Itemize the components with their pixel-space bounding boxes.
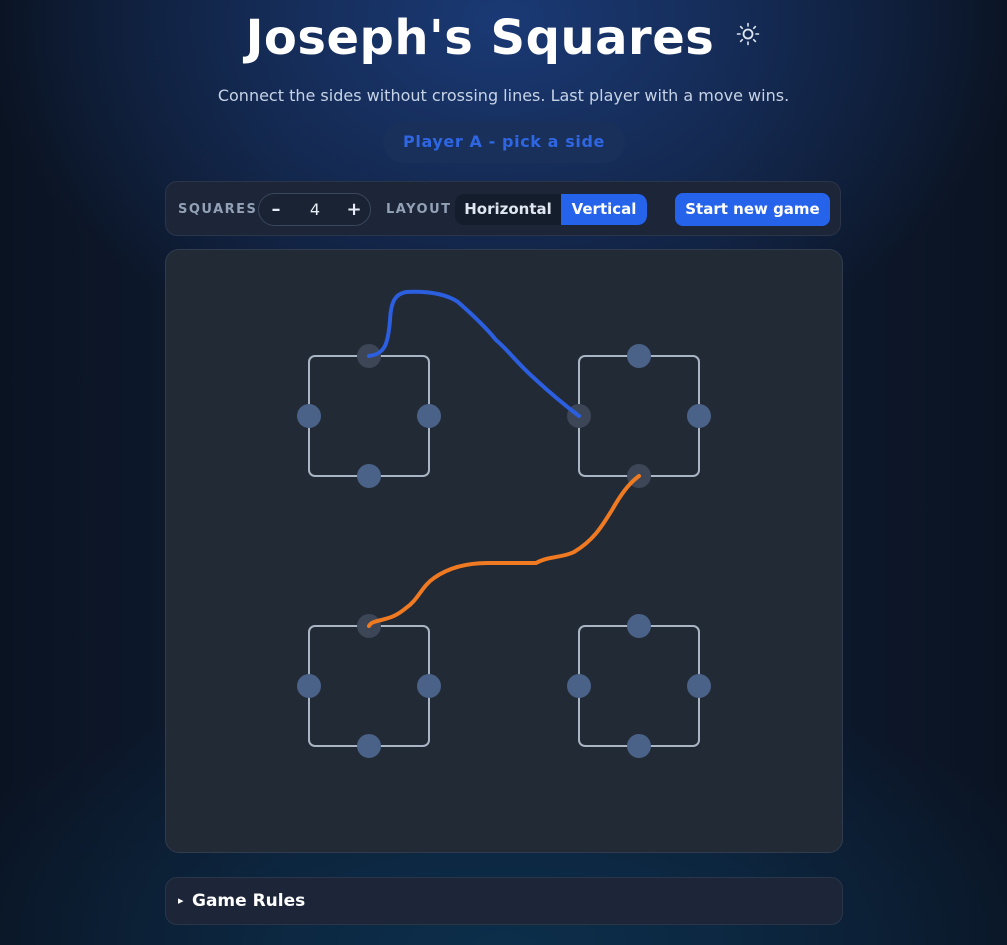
start-new-game-button[interactable]: Start new game <box>675 193 830 226</box>
layout-toggle: Horizontal Vertical <box>455 194 647 225</box>
game-rules-toggle[interactable]: ▸ Game Rules <box>165 877 843 925</box>
player-a-line <box>367 289 581 418</box>
settings-toolbar: SQUARES – 4 + LAYOUT Horizontal Vertical… <box>165 181 841 236</box>
side-node-left[interactable] <box>297 404 321 428</box>
square-outline <box>578 625 700 747</box>
status-badge: Player A - pick a side <box>383 121 625 163</box>
square-outline <box>308 625 430 747</box>
game-board <box>165 249 843 853</box>
square-outline <box>308 355 430 477</box>
layout-option-vertical[interactable]: Vertical <box>561 194 647 225</box>
sun-icon[interactable] <box>735 21 761 47</box>
layout-option-horizontal[interactable]: Horizontal <box>455 194 561 225</box>
layout-label: LAYOUT <box>386 202 452 217</box>
square-4 <box>567 614 711 758</box>
squares-stepper: – 4 + <box>258 193 371 226</box>
square-1 <box>297 344 441 488</box>
side-node-top[interactable] <box>627 614 651 638</box>
squares-value: 4 <box>309 200 321 219</box>
square-3 <box>297 614 441 758</box>
game-rules-label: Game Rules <box>192 891 306 911</box>
subtitle: Connect the sides without crossing lines… <box>217 86 790 105</box>
side-node-right[interactable] <box>417 674 441 698</box>
side-node-top[interactable] <box>627 344 651 368</box>
increment-button[interactable]: + <box>338 194 370 225</box>
side-node-bottom[interactable] <box>357 734 381 758</box>
side-node-right[interactable] <box>687 404 711 428</box>
side-node-bottom[interactable] <box>357 464 381 488</box>
square-outline <box>578 355 700 477</box>
player-b-line <box>367 474 641 628</box>
side-node-left[interactable] <box>567 674 591 698</box>
side-node-right[interactable] <box>687 674 711 698</box>
decrement-button[interactable]: – <box>260 194 292 225</box>
board-canvas <box>297 289 711 758</box>
page-title: Joseph's Squares <box>245 10 715 66</box>
caret-right-icon: ▸ <box>178 894 184 907</box>
side-node-left[interactable] <box>297 674 321 698</box>
side-node-right[interactable] <box>417 404 441 428</box>
squares-label: SQUARES <box>178 202 258 217</box>
header: Joseph's Squares <box>0 8 1007 68</box>
square-2 <box>567 344 711 488</box>
side-node-bottom[interactable] <box>627 734 651 758</box>
